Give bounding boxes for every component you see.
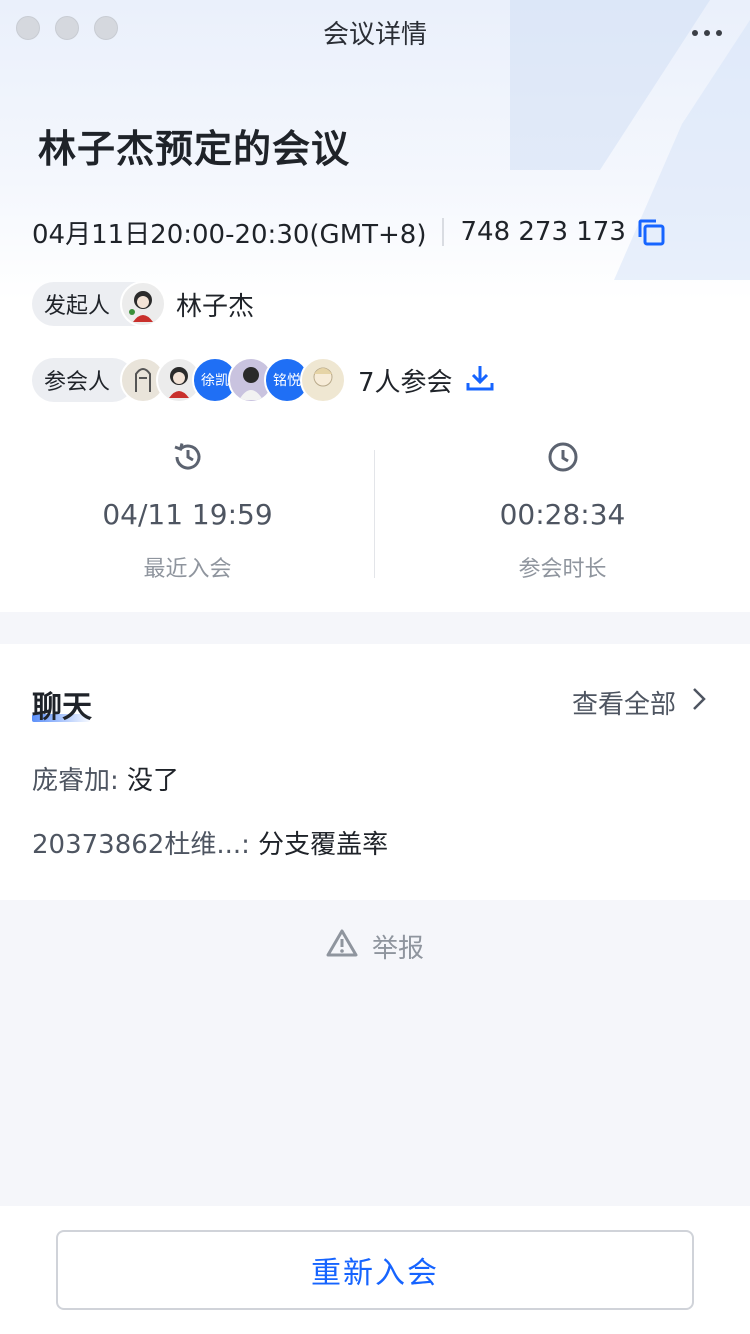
chat-message-sender: 庞睿加:: [32, 766, 119, 796]
report-button[interactable]: 举报: [0, 928, 750, 965]
attendees-row: 参会人 徐凯 铭悦 7人参会: [32, 356, 495, 404]
view-all-label: 查看全部: [571, 690, 676, 720]
chevron-right-icon: [692, 687, 706, 718]
history-icon: [0, 440, 375, 480]
divider: [442, 218, 445, 246]
bottom-action-bar: 重新入会: [0, 1206, 750, 1334]
attendee-count: 7人参会: [358, 367, 453, 398]
host-name: 林子杰: [176, 291, 255, 322]
last-join-stat: 04/11 19:59 最近入会: [0, 440, 375, 583]
chat-message-text: 没了: [118, 766, 180, 796]
download-icon[interactable]: [465, 363, 495, 397]
attendee-avatar: [300, 357, 347, 403]
meeting-header: 会议详情 林子杰预定的会议 04月11日20:00-20:30(GMT+8) 7…: [0, 0, 750, 612]
copy-icon[interactable]: [636, 217, 666, 247]
host-row: 发起人 林子杰: [32, 281, 255, 327]
more-options-icon[interactable]: [692, 30, 722, 36]
chat-message-sender: 20373862杜维...:: [32, 830, 250, 860]
view-all-chat-button[interactable]: 查看全部: [572, 684, 706, 721]
last-join-label: 最近入会: [143, 557, 232, 582]
host-avatar: [120, 281, 167, 327]
chat-message: 庞睿加: 没了: [32, 760, 179, 797]
meeting-id: 748 273 173: [460, 217, 626, 247]
rejoin-meeting-button[interactable]: 重新入会: [56, 1230, 694, 1310]
host-tag-label: 发起人: [44, 294, 111, 319]
warning-icon: [326, 928, 358, 965]
duration-value: 00:28:34: [499, 498, 626, 531]
chat-title: 聊天: [32, 690, 92, 725]
duration-stat: 00:28:34 参会时长: [375, 440, 750, 583]
meeting-info-row: 04月11日20:00-20:30(GMT+8) 748 273 173: [32, 214, 666, 250]
duration-label: 参会时长: [518, 557, 607, 582]
chat-section: 聊天 查看全部 庞睿加: 没了 20373862杜维...: 分支覆盖率: [0, 644, 750, 900]
attendee-avatars[interactable]: 徐凯 铭悦: [120, 357, 347, 403]
window-title: 会议详情: [322, 20, 427, 50]
meeting-stats: 04/11 19:59 最近入会 00:28:34 参会时长: [0, 440, 750, 583]
meeting-title: 林子杰预定的会议: [38, 127, 351, 171]
clock-icon: [375, 440, 750, 480]
chat-message-text: 分支覆盖率: [249, 830, 389, 860]
chat-message: 20373862杜维...: 分支覆盖率: [32, 824, 388, 861]
last-join-value: 04/11 19:59: [102, 498, 273, 531]
meeting-time: 04月11日20:00-20:30(GMT+8): [32, 219, 427, 250]
report-label: 举报: [371, 934, 424, 964]
meeting-details-window: 会议详情 林子杰预定的会议 04月11日20:00-20:30(GMT+8) 7…: [0, 0, 750, 1334]
attendees-tag: 参会人: [32, 358, 135, 402]
host-tag: 发起人: [32, 281, 167, 327]
